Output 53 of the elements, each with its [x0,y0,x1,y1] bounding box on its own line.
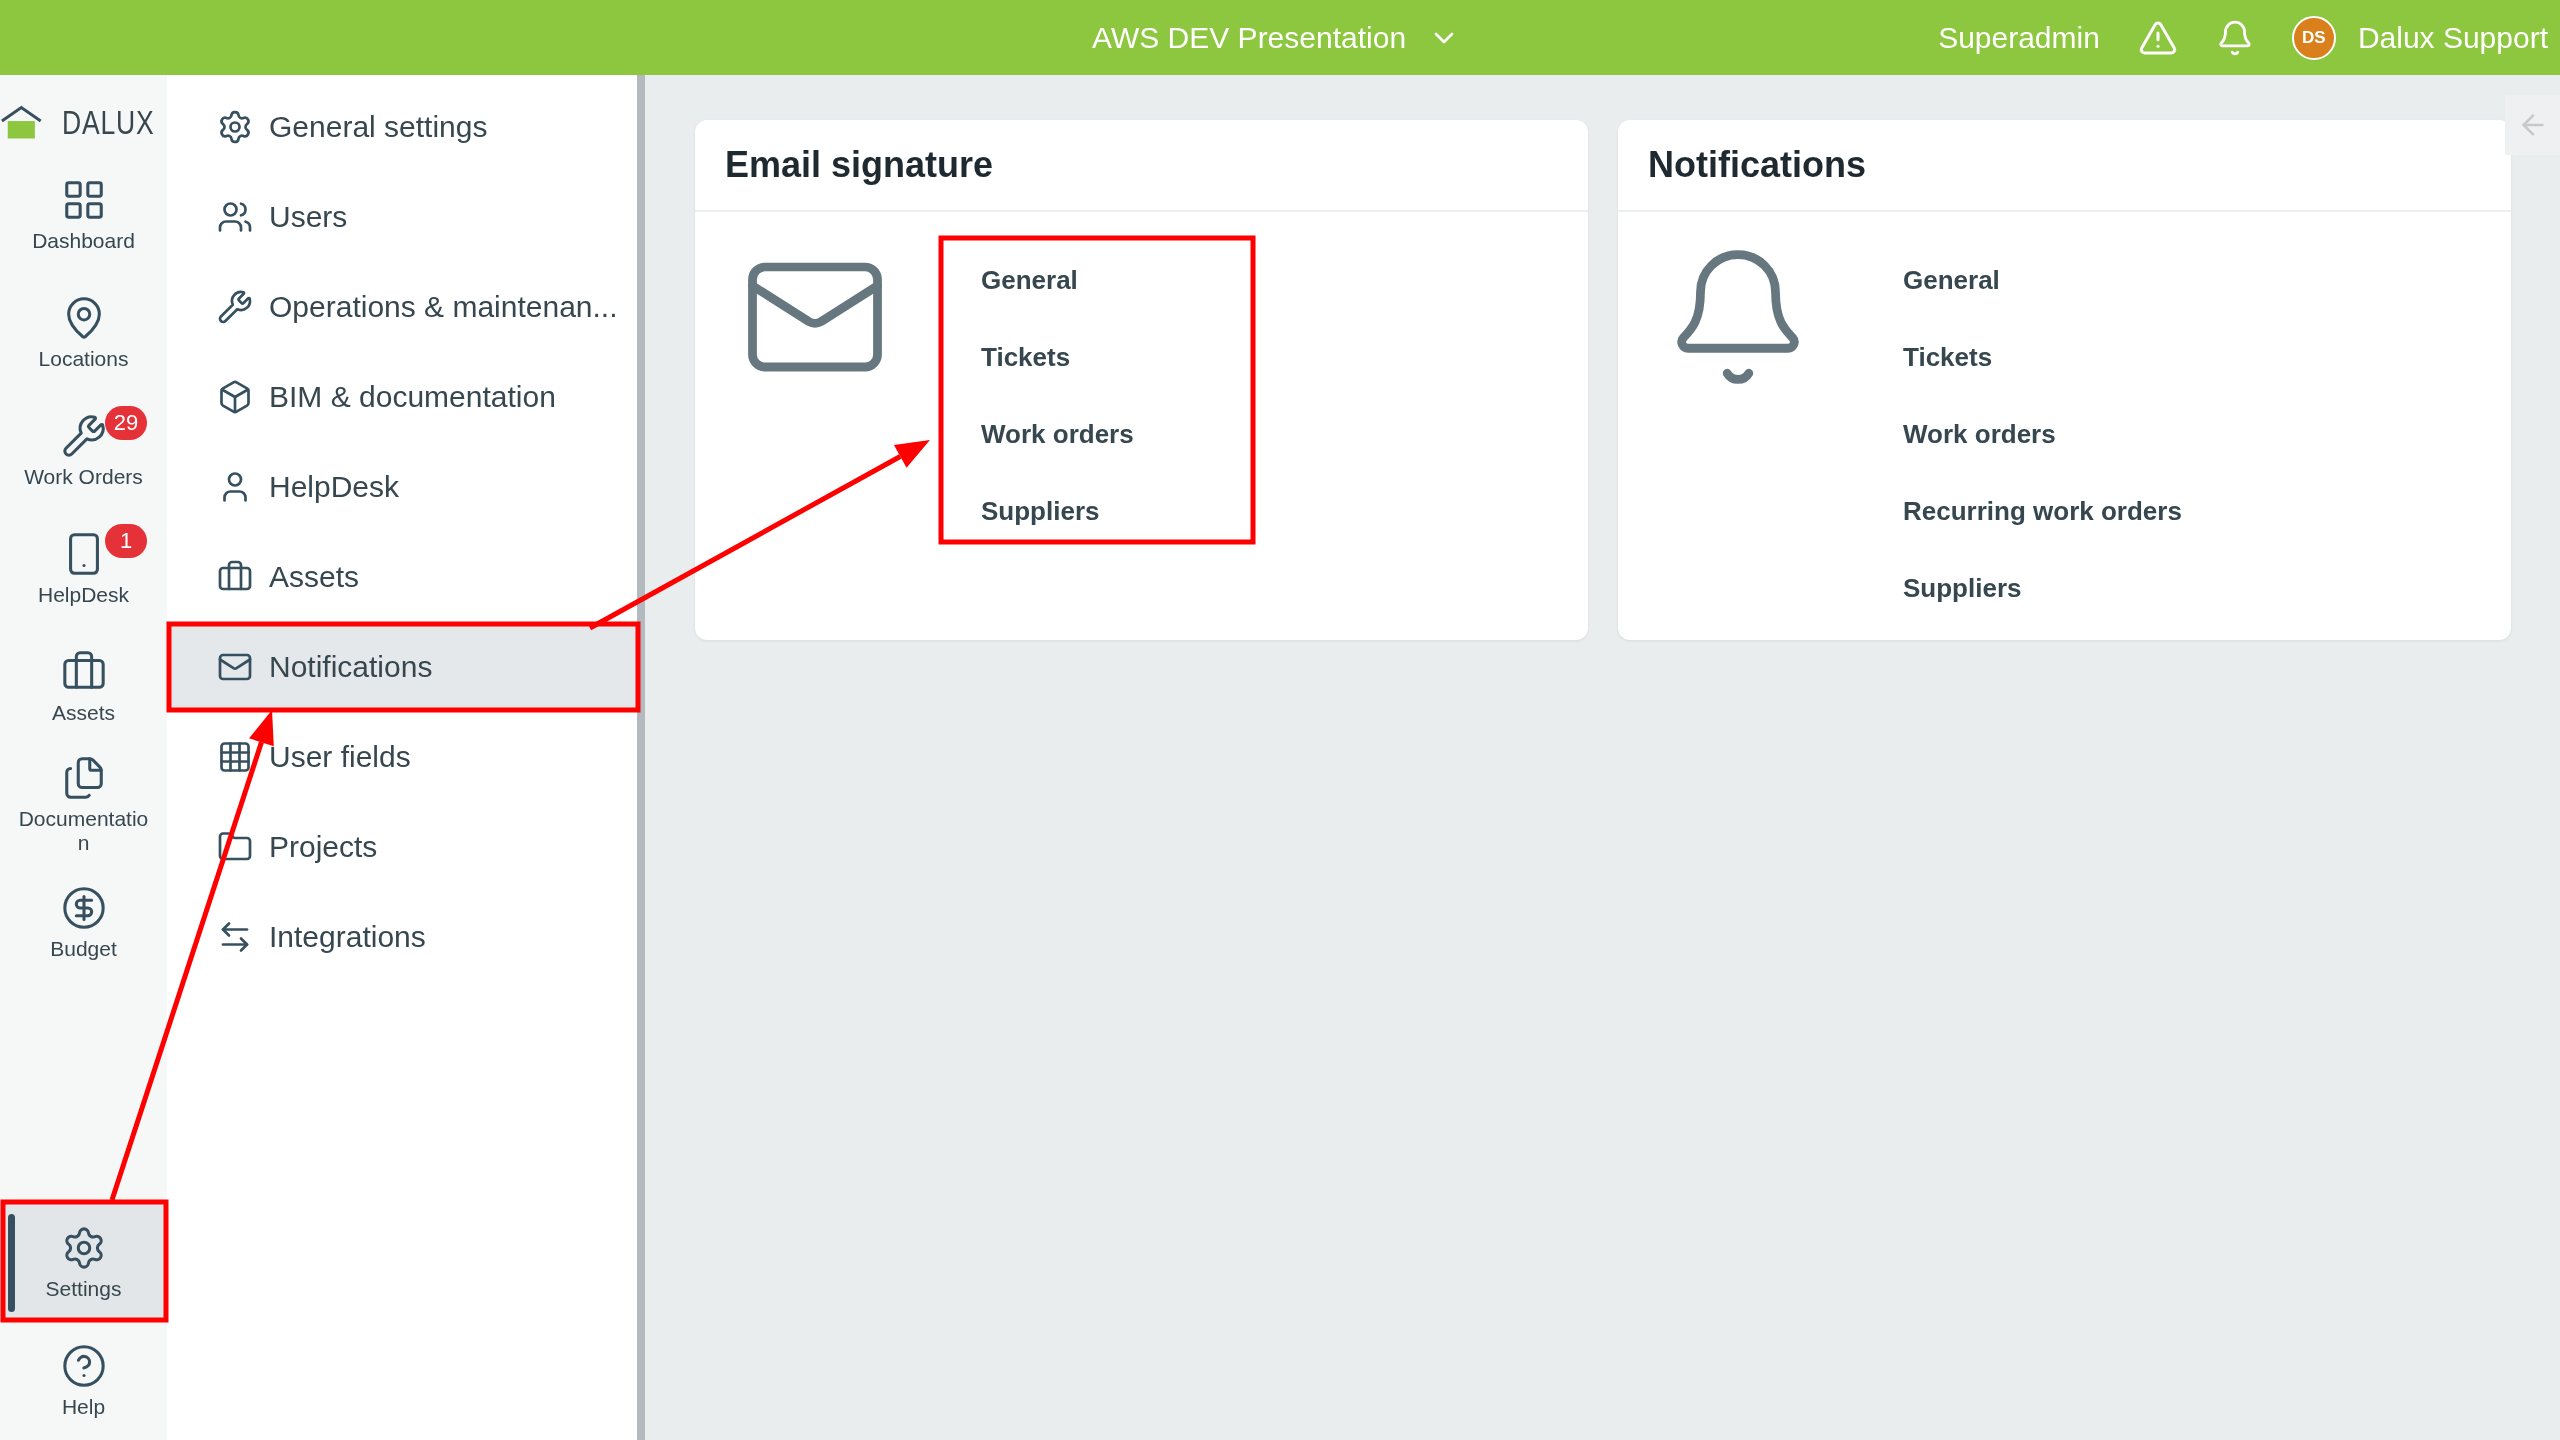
nav-rail-item[interactable]: Settings [0,1204,167,1322]
nav-rail-item[interactable]: Budget [0,864,167,982]
card-link[interactable]: General [1903,242,2182,319]
settings-menu-item[interactable]: HelpDesk [167,442,637,532]
logo-text: DALUX [61,103,154,142]
wrench-icon [60,412,107,459]
settings-menu-item[interactable]: User fields [167,712,637,802]
settings-icon [217,109,253,145]
count-badge: 29 [105,406,147,440]
settings-menu-item[interactable]: General settings [167,82,637,172]
nav-label: Assets [52,700,115,726]
nav-rail-item[interactable]: HelpDesk 1 [0,510,167,628]
grid-icon [217,739,253,775]
project-name: AWS DEV Presentation [1092,20,1407,55]
users-icon [217,199,253,235]
card-link[interactable]: General [981,242,1134,319]
nav-label: Settings [45,1276,122,1302]
card-link[interactable]: Suppliers [1903,550,2182,627]
card-link[interactable]: Work orders [981,396,1134,473]
user-name: Dalux Support [2357,20,2548,55]
nav-label: Work Orders [24,464,143,490]
settings-menu-item[interactable]: Integrations [167,892,637,982]
role-label: Superadmin [1938,20,2100,55]
settings-menu-item[interactable]: Users [167,172,637,262]
nav-label: Help [61,1394,106,1420]
nav-label: Dashboard [32,228,135,254]
house-logo-icon [0,104,43,141]
settings-menu-item[interactable]: BIM & documentation [167,352,637,442]
nav-label: HelpDesk [37,582,129,608]
nav-rail-item[interactable]: Help [0,1322,167,1440]
nav-rail-item[interactable]: Locations [0,274,167,392]
nav-label: Budget [50,936,117,962]
nav-rail-item[interactable]: Assets [0,628,167,746]
card-link[interactable]: Recurring work orders [1903,473,2182,550]
cube-icon [217,379,253,415]
card-link[interactable]: Work orders [1903,396,2182,473]
help-icon [60,1342,107,1389]
settings-menu-item[interactable]: Projects [167,802,637,892]
collapse-button[interactable] [2505,95,2560,155]
settings-menu-item[interactable]: Operations & maintenan... [167,262,637,352]
card-link[interactable]: Tickets [1903,319,2182,396]
dollar-icon [60,884,107,931]
card-title: Email signature [695,120,1588,212]
nav-label: Documentation [17,806,150,856]
nav-rail-item[interactable]: Dashboard [0,156,167,274]
count-badge: 1 [105,524,147,558]
card-link[interactable]: Tickets [981,319,1134,396]
nav-rail-item[interactable]: Documentation [0,746,167,864]
nav-label: Locations [38,346,129,372]
wrench-icon [217,289,253,325]
settings-menu-item[interactable]: Assets [167,532,637,622]
nav-rail-item[interactable]: Work Orders 29 [0,392,167,510]
card-link[interactable]: Suppliers [981,473,1134,550]
